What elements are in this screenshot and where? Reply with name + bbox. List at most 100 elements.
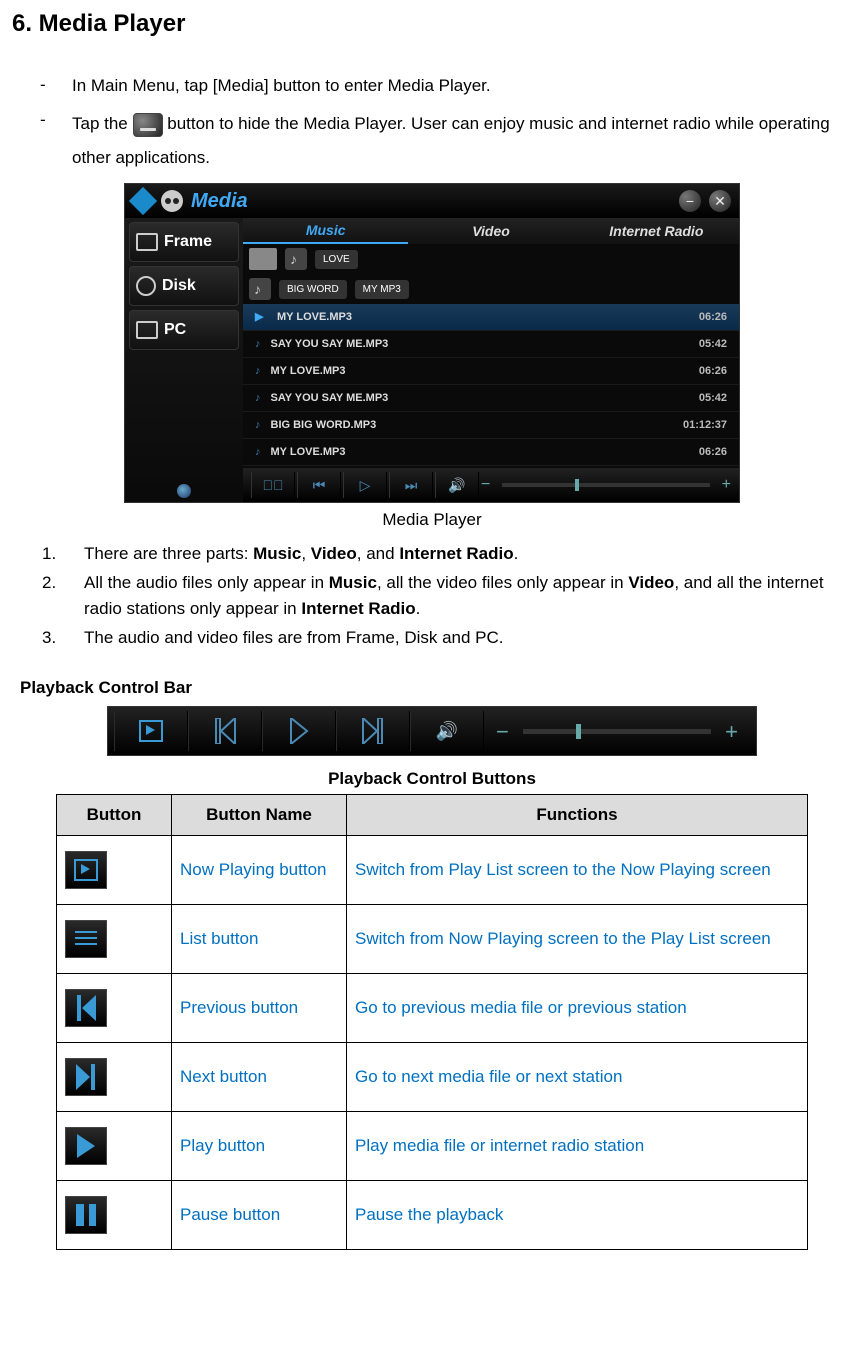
text-fragment: button to hide the Media Player. User ca… bbox=[72, 114, 830, 167]
now-playing-button[interactable] bbox=[114, 711, 188, 751]
numbered-item: 1.There are three parts: Music, Video, a… bbox=[42, 541, 852, 567]
button-name-cell: Now Playing button bbox=[172, 835, 347, 904]
button-icon-cell bbox=[57, 835, 172, 904]
now-playing-icon bbox=[74, 859, 98, 881]
file-time: 05:42 bbox=[699, 390, 727, 407]
volume-icon: 🔊 bbox=[435, 472, 479, 498]
previous-button[interactable]: ⏮ bbox=[297, 472, 341, 498]
now-playing-button[interactable]: ▶⃞ bbox=[251, 472, 295, 498]
text-fragment: Tap the bbox=[72, 114, 133, 133]
category-pill[interactable]: MY MP3 bbox=[355, 280, 409, 299]
function-cell: Go to next media file or next station bbox=[347, 1042, 808, 1111]
button-name-cell: Pause button bbox=[172, 1180, 347, 1249]
button-name-cell: List button bbox=[172, 904, 347, 973]
table-row: Pause buttonPause the playback bbox=[57, 1180, 808, 1249]
folder-icon[interactable] bbox=[249, 248, 277, 270]
sidebar-item-disk[interactable]: Disk bbox=[129, 266, 239, 306]
button-icon-cell bbox=[57, 1042, 172, 1111]
numbered-item: 3.The audio and video files are from Fra… bbox=[42, 625, 852, 651]
file-row[interactable]: ♪ SAY YOU SAY ME.MP3 05:42 bbox=[243, 385, 739, 412]
next-button[interactable] bbox=[336, 711, 410, 751]
volume-slider[interactable] bbox=[502, 483, 709, 487]
function-cell: Pause the playback bbox=[347, 1180, 808, 1249]
minimize-button[interactable]: − bbox=[679, 190, 701, 212]
play-icon bbox=[289, 718, 309, 744]
button-icon-cell bbox=[57, 1180, 172, 1249]
screenshot-caption: Media Player bbox=[12, 507, 852, 533]
item-text: The audio and video files are from Frame… bbox=[84, 625, 852, 651]
bullet-text: Tap the button to hide the Media Player.… bbox=[72, 107, 852, 175]
note-icon: ♪ bbox=[255, 336, 261, 353]
play-button[interactable] bbox=[262, 711, 336, 751]
category-row: LOVE bbox=[243, 244, 739, 274]
volume-plus[interactable]: + bbox=[725, 715, 738, 748]
now-playing-icon bbox=[139, 720, 163, 742]
scroll-dot-icon bbox=[177, 484, 191, 498]
sidebar-label: Disk bbox=[162, 274, 196, 298]
pc-icon bbox=[136, 321, 158, 339]
disk-icon bbox=[136, 276, 156, 296]
sidebar-label: Frame bbox=[164, 230, 212, 254]
table-row: Next buttonGo to next media file or next… bbox=[57, 1042, 808, 1111]
bullet-dash: - bbox=[40, 72, 72, 99]
file-list: ▶MY LOVE.MP306:26♪SAY YOU SAY ME.MP305:4… bbox=[243, 304, 739, 468]
volume-minus[interactable]: − bbox=[496, 715, 509, 748]
note-icon: ♪ bbox=[255, 417, 261, 434]
tab-internet-radio[interactable]: Internet Radio bbox=[574, 218, 739, 244]
list-icon bbox=[75, 929, 97, 949]
file-name: MY LOVE.MP3 bbox=[271, 363, 689, 380]
music-category-icon[interactable] bbox=[249, 278, 271, 300]
tab-video[interactable]: Video bbox=[408, 218, 573, 244]
close-button[interactable]: ✕ bbox=[709, 190, 731, 212]
function-cell: Switch from Now Playing screen to the Pl… bbox=[347, 904, 808, 973]
playback-bar-image: 🔊 − + bbox=[107, 706, 757, 756]
sidebar: Frame Disk PC bbox=[125, 218, 243, 502]
file-name: MY LOVE.MP3 bbox=[271, 444, 689, 461]
table-row: Play buttonPlay media file or internet r… bbox=[57, 1111, 808, 1180]
button-icon-cell bbox=[57, 1111, 172, 1180]
play-button[interactable]: ▷ bbox=[343, 472, 387, 498]
file-name: SAY YOU SAY ME.MP3 bbox=[271, 390, 689, 407]
function-cell: Go to previous media file or previous st… bbox=[347, 973, 808, 1042]
function-cell: Play media file or internet radio statio… bbox=[347, 1111, 808, 1180]
window-title: Media bbox=[191, 186, 671, 216]
item-number: 2. bbox=[42, 570, 84, 621]
sidebar-item-frame[interactable]: Frame bbox=[129, 222, 239, 262]
scroll-indicator bbox=[129, 484, 239, 498]
table-caption: Playback Control Buttons bbox=[12, 766, 852, 792]
button-icon-cell bbox=[57, 973, 172, 1042]
previous-button[interactable] bbox=[188, 711, 262, 751]
button-name-cell: Play button bbox=[172, 1111, 347, 1180]
tab-music[interactable]: Music bbox=[243, 218, 408, 244]
previous-icon bbox=[213, 718, 237, 744]
item-number: 3. bbox=[42, 625, 84, 651]
bullet-text: In Main Menu, tap [Media] button to ente… bbox=[72, 72, 852, 99]
file-row[interactable]: ♪SAY YOU SAY ME.MP305:42 bbox=[243, 331, 739, 358]
file-row[interactable]: ♪BIG BIG WORD.MP301:12:37 bbox=[243, 412, 739, 439]
item-number: 1. bbox=[42, 541, 84, 567]
previous-icon bbox=[74, 995, 98, 1021]
file-row[interactable]: ▶MY LOVE.MP306:26 bbox=[243, 304, 739, 331]
volume-plus[interactable]: + bbox=[722, 473, 731, 497]
category-pill[interactable]: BIG WORD bbox=[279, 280, 347, 299]
volume-slider[interactable] bbox=[523, 729, 711, 734]
play-icon bbox=[77, 1134, 95, 1158]
table-row: Now Playing buttonSwitch from Play List … bbox=[57, 835, 808, 904]
volume-minus[interactable]: − bbox=[481, 473, 490, 497]
category-pill[interactable]: LOVE bbox=[315, 250, 358, 269]
file-time: 05:42 bbox=[699, 336, 727, 353]
file-time: 06:26 bbox=[699, 444, 727, 461]
note-icon: ♪ bbox=[255, 390, 261, 407]
sidebar-item-pc[interactable]: PC bbox=[129, 310, 239, 350]
file-row[interactable]: ♪MY LOVE.MP306:26 bbox=[243, 358, 739, 385]
file-row[interactable]: ♪MY LOVE.MP306:26 bbox=[243, 439, 739, 466]
tabs: Music Video Internet Radio bbox=[243, 218, 739, 244]
play-indicator-icon: ▶ bbox=[255, 309, 267, 326]
next-button[interactable]: ⏭ bbox=[389, 472, 433, 498]
media-player-screenshot: Media − ✕ Frame Disk PC Music bbox=[124, 183, 740, 503]
music-category-icon[interactable] bbox=[285, 248, 307, 270]
section-heading: Playback Control Bar bbox=[20, 675, 852, 701]
logo-diamond-icon bbox=[129, 187, 157, 215]
file-time: 06:26 bbox=[699, 309, 727, 326]
frame-icon bbox=[136, 233, 158, 251]
